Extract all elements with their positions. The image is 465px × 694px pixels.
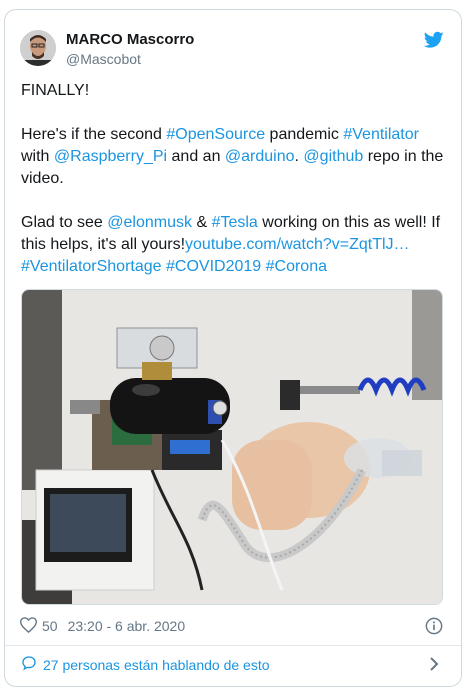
hashtag-covid2019[interactable]: #COVID2019 <box>166 258 261 275</box>
divider <box>5 645 461 646</box>
twitter-bird-icon[interactable] <box>423 31 444 49</box>
tweet-meta: 50 23:20 - 6 abr. 2020 <box>19 616 186 636</box>
text-span: Here's if the second <box>21 126 167 143</box>
tweet-paragraph-3: Glad to see @elonmusk & #Tesla working o… <box>21 212 449 278</box>
avatar[interactable] <box>20 30 56 66</box>
chevron-right-icon[interactable] <box>428 657 440 671</box>
author-handle[interactable]: @Mascobot <box>66 51 141 67</box>
text-span: with <box>21 148 54 165</box>
speech-bubble-icon <box>21 655 37 674</box>
mention-elonmusk[interactable]: @elonmusk <box>107 214 192 231</box>
tweet-timestamp[interactable]: 23:20 - 6 abr. 2020 <box>68 618 186 634</box>
hashtag-opensource[interactable]: #OpenSource <box>166 126 265 143</box>
text-span: pandemic <box>265 126 344 143</box>
youtube-link[interactable]: youtube.com/watch?v=ZqtTlJ… <box>185 236 410 253</box>
mention-raspberry-pi[interactable]: @Raspberry_Pi <box>54 148 167 165</box>
mention-arduino[interactable]: @arduino <box>225 148 295 165</box>
text-span: and an <box>167 148 225 165</box>
text-span: Glad to see <box>21 214 108 231</box>
heart-icon[interactable] <box>19 616 38 636</box>
text-span: & <box>192 214 212 231</box>
hashtag-corona[interactable]: #Corona <box>266 258 327 275</box>
conversation-link[interactable]: 27 personas están hablando de esto <box>21 655 270 674</box>
mention-github[interactable]: @github <box>303 148 363 165</box>
hashtag-tesla[interactable]: #Tesla <box>212 214 258 231</box>
hashtag-ventilator[interactable]: #Ventilator <box>343 126 419 143</box>
conversation-text: 27 personas están hablando de esto <box>43 656 270 673</box>
tweet-text: FINALLY! Here's if the second #OpenSourc… <box>21 80 449 278</box>
like-count: 50 <box>42 618 58 634</box>
tweet-photo[interactable] <box>21 289 443 605</box>
author-name[interactable]: MARCO Mascorro <box>66 31 194 48</box>
hashtag-ventilatorshortage[interactable]: #VentilatorShortage <box>21 258 162 275</box>
tweet-line-finally: FINALLY! <box>21 82 90 99</box>
info-icon[interactable] <box>425 617 443 635</box>
tweet-paragraph-2: Here's if the second #OpenSource pandemi… <box>21 124 449 190</box>
